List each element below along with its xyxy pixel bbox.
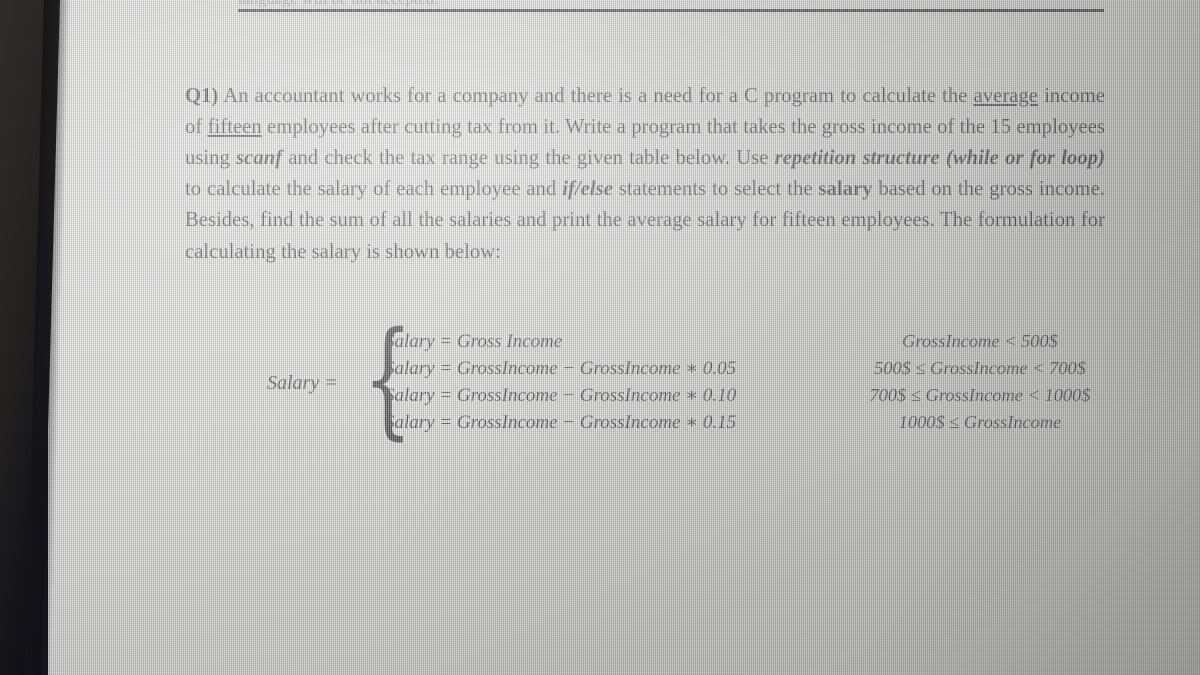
formula-left-hand-side: Salary = [267,372,338,394]
question-text-segment: if/else [562,178,613,201]
document-page: language will be not accepted. Q1) An ac… [48,0,1200,675]
formula-case-row: Salary = GrossIncome − GrossIncome ∗ 0.0… [385,355,1145,382]
question-text-segment: Q1) [185,84,219,107]
question-paragraph: Q1) An accountant works for a company an… [185,81,1105,268]
formula-case-expression: Salary = GrossIncome − GrossIncome ∗ 0.0… [385,358,737,379]
formula-case-expression: Salary = GrossIncome − GrossIncome ∗ 0.1… [385,385,737,406]
formula-case-condition: 500$ ≤ GrossIncome < 700$ [874,358,1086,378]
formula-case-row: Salary = Gross Income GrossIncome < 500$ [385,328,1145,355]
header-horizontal-rule [238,9,1104,12]
formula-case-row: Salary = GrossIncome − GrossIncome ∗ 0.1… [385,382,1145,409]
question-text-segment: and check the tax range using the given … [282,147,775,169]
formula-case-condition: 1000$ ≤ GrossIncome [898,412,1062,432]
question-text-segment: scanf [236,147,283,169]
formula-case-condition: 700$ ≤ GrossIncome < 1000$ [869,385,1091,405]
formula-case-expression: Salary = GrossIncome − GrossIncome ∗ 0.1… [385,412,737,433]
question-text-segment: fifteen [207,115,262,138]
photographed-screen: language will be not accepted. Q1) An ac… [0,0,1200,675]
formula-case-expression: Salary = Gross Income [385,331,563,352]
screen-surface: language will be not accepted. Q1) An ac… [48,0,1200,675]
question-text-segment: An accountant works for a company and th… [218,84,974,107]
question-text-segment: repetition structure (while or for loop) [774,147,1105,169]
cut-off-header-text: language will be not accepted. [238,0,998,7]
question-text-segment: statements to select the [612,178,819,201]
formula-case-condition: GrossIncome < 500$ [902,331,1058,351]
question-text-segment: to calculate the salary of each employee… [185,178,563,201]
formula-case-row: Salary = GrossIncome − GrossIncome ∗ 0.1… [385,409,1145,436]
salary-piecewise-formula: Salary = { Salary = Gross Income GrossInc… [185,316,1145,446]
question-text-segment: salary [818,178,873,201]
formula-case-list: Salary = Gross Income GrossIncome < 500$ S… [385,328,1145,436]
question-text-segment: average [973,84,1038,107]
